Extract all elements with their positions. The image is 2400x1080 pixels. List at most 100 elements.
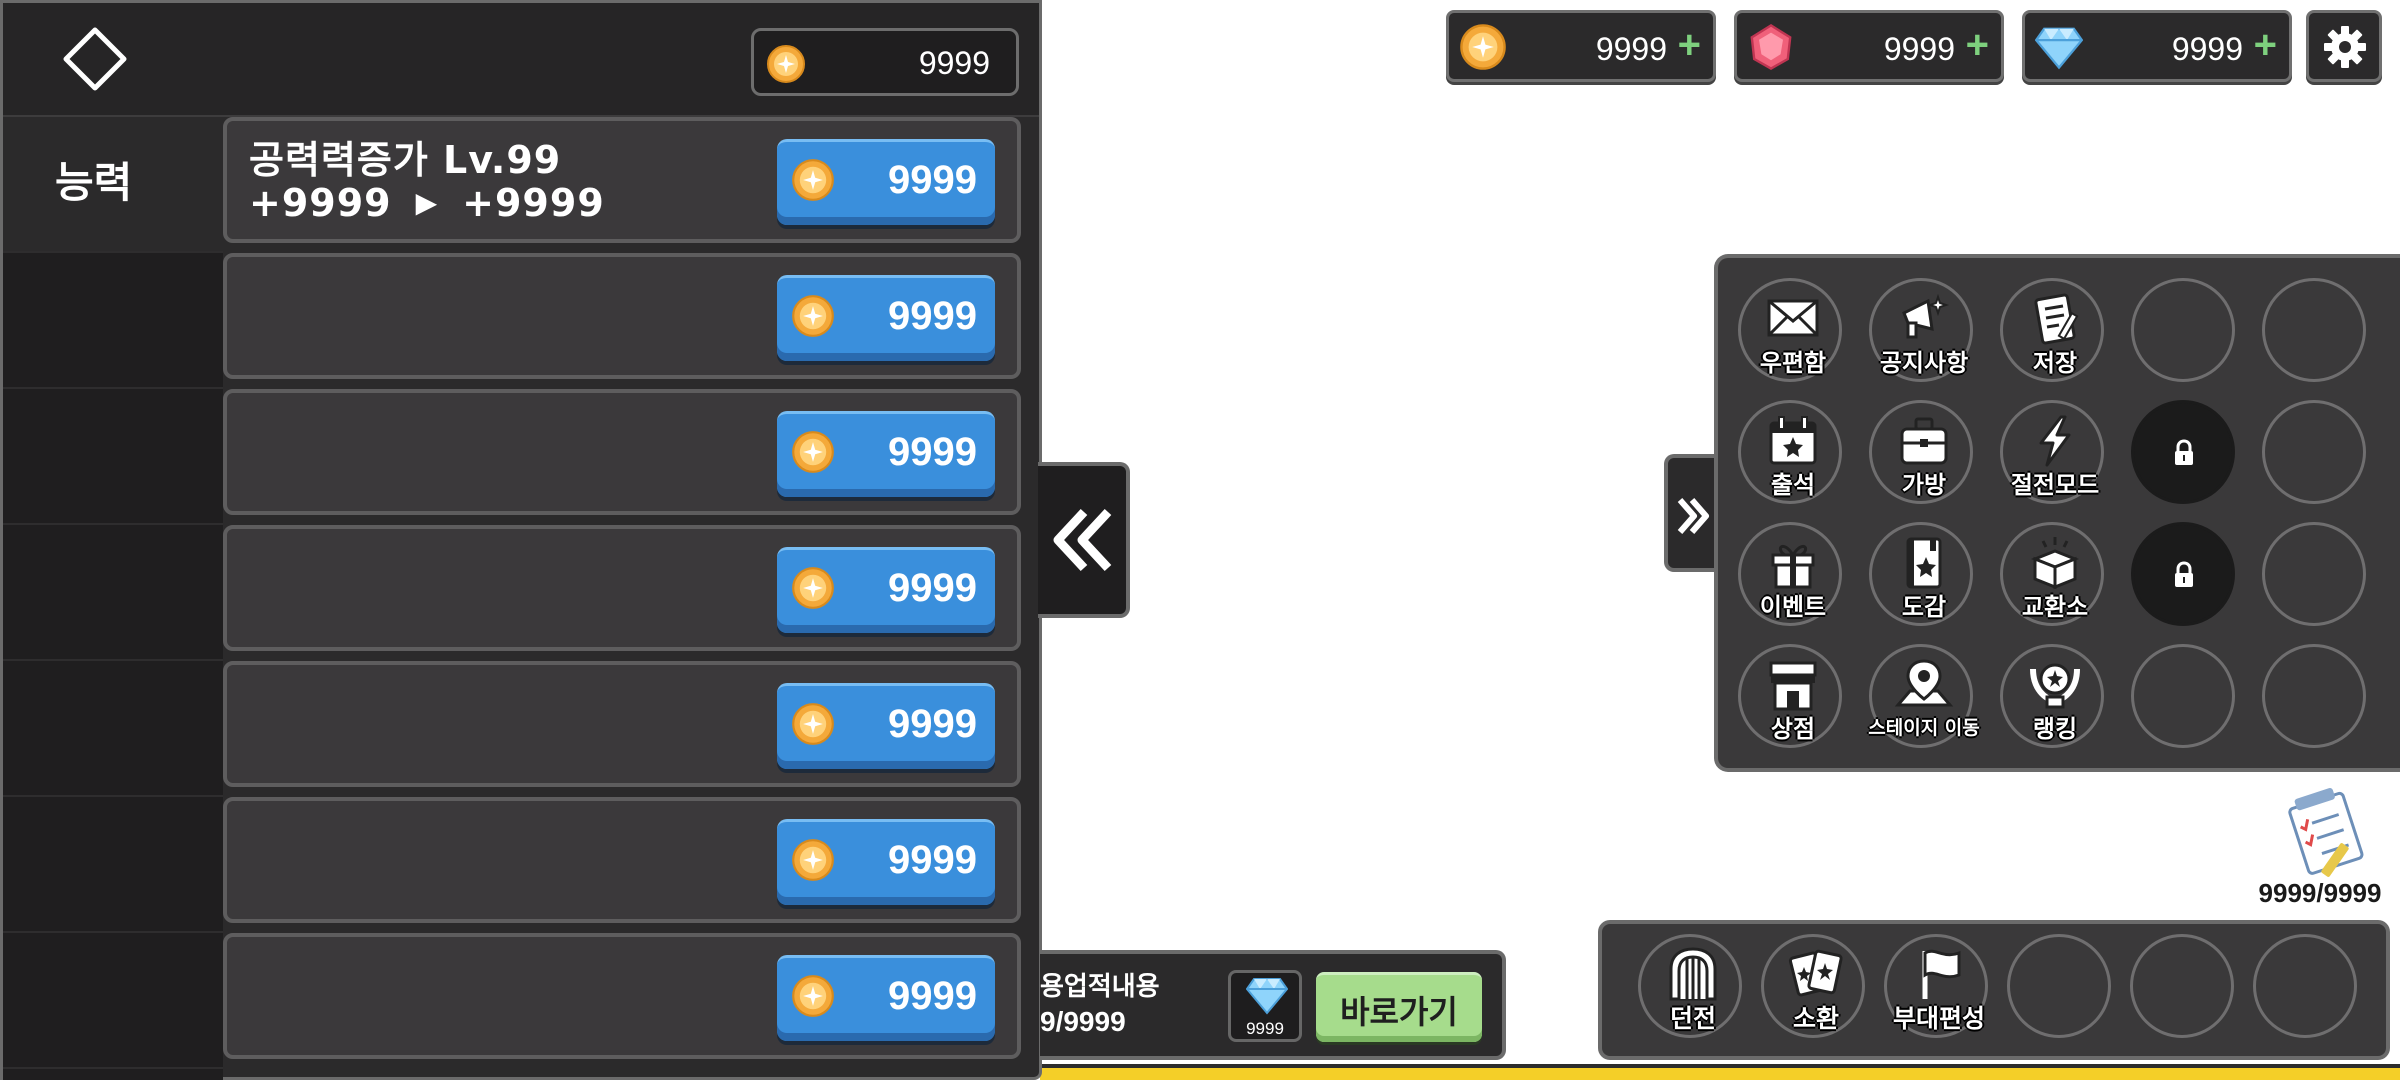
upgrade-button[interactable]: 9999 — [777, 139, 995, 225]
summon-cards-icon — [1786, 945, 1846, 1003]
gold-coin-icon — [792, 567, 834, 609]
currency-display: 9999 + — [1734, 10, 2004, 82]
menu-button[interactable]: 도감 — [1869, 522, 1973, 626]
ability-panel-header: 9999 — [3, 3, 1039, 117]
menu-button[interactable]: 스테이지 이동 — [1868, 644, 1980, 748]
ability-tab[interactable] — [3, 527, 223, 661]
menu-button-label: 스테이지 이동 — [1868, 717, 1980, 739]
expand-menu-button[interactable] — [1664, 454, 1718, 572]
upgrade-button[interactable]: 9999 — [777, 819, 995, 905]
bottom-menu-button[interactable]: 소환 — [1761, 934, 1865, 1038]
empty-slot — [2131, 644, 2235, 748]
ability-row: 9999 — [223, 797, 1021, 923]
add-currency-button[interactable]: + — [2254, 23, 2277, 68]
ability-row: 9999 — [223, 661, 1021, 787]
menu-button-label: 교환소 — [2021, 593, 2089, 621]
bottom-menu-button[interactable]: 던전 — [1638, 934, 1742, 1038]
menu-button[interactable]: 상점 — [1738, 644, 1842, 748]
double-chevron-right-icon — [1677, 498, 1709, 534]
lock-icon — [2175, 561, 2193, 587]
empty-slot — [2007, 934, 2111, 1038]
gold-coin-icon — [767, 45, 805, 83]
ability-tab[interactable] — [3, 799, 223, 933]
ability-tab[interactable] — [3, 935, 223, 1069]
diamond-outline-icon[interactable] — [63, 27, 127, 91]
empty-slot — [2131, 278, 2235, 382]
ability-row: 9999 — [223, 525, 1021, 651]
gold-coin-icon — [792, 159, 834, 201]
menu-button[interactable]: 랭킹 — [2000, 644, 2104, 748]
exchange-box-icon — [2025, 535, 2085, 591]
locked-slot — [2131, 522, 2235, 626]
checklist-icon[interactable] — [2276, 786, 2372, 882]
menu-button-label: 랭킹 — [2032, 715, 2078, 743]
stat-from: +9999 — [249, 181, 392, 225]
menu-button-label: 절전모드 — [2010, 471, 2100, 499]
add-currency-button[interactable]: + — [1678, 23, 1701, 68]
menu-button[interactable]: 우편함 — [1738, 278, 1842, 382]
gold-coin-icon — [1459, 23, 1507, 75]
gold-coin-icon — [792, 431, 834, 473]
menu-button[interactable]: 출석 — [1738, 400, 1842, 504]
settings-button[interactable] — [2306, 10, 2382, 82]
double-chevron-left-icon — [1053, 508, 1112, 572]
upgrade-button[interactable]: 9999 — [777, 411, 995, 497]
upgrade-button[interactable]: 9999 — [777, 547, 995, 633]
bottom-strip — [1040, 1064, 2400, 1080]
currency-display: 9999 + — [1446, 10, 1716, 82]
ability-tab[interactable] — [3, 255, 223, 389]
currency-value: 9999 — [1595, 31, 1667, 67]
shop-icon — [1763, 657, 1823, 713]
menu-button-label: 저장 — [2032, 349, 2078, 377]
menu-button-label: 가방 — [1901, 471, 1947, 499]
menu-button[interactable]: 가방 — [1869, 400, 1973, 504]
ability-tab[interactable] — [3, 391, 223, 525]
quest-title: 용업적내용 — [1040, 972, 1160, 1002]
menu-button[interactable]: 이벤트 — [1738, 522, 1842, 626]
book-star-icon — [1894, 535, 1954, 591]
menu-button-label: 우편함 — [1759, 349, 1827, 377]
calendar-star-icon — [1763, 413, 1823, 469]
mail-icon — [1763, 291, 1823, 347]
upgrade-cost: 9999 — [888, 566, 977, 610]
panel-gold-value: 9999 — [918, 45, 990, 81]
menu-button[interactable]: 교환소 — [2000, 522, 2104, 626]
gold-coin-icon — [792, 839, 834, 881]
upgrade-button[interactable]: 9999 — [777, 955, 995, 1041]
empty-slot — [2262, 522, 2366, 626]
lightning-icon — [2025, 413, 2085, 469]
empty-slot — [2262, 644, 2366, 748]
gear-icon — [2324, 26, 2366, 68]
ranking-badge-icon — [2025, 657, 2085, 713]
menu-button-label: 이벤트 — [1759, 593, 1827, 621]
upgrade-cost: 9999 — [888, 430, 977, 474]
ability-row-stat: +9999 ▶ +9999 — [249, 181, 605, 225]
collapse-panel-button[interactable] — [1038, 462, 1130, 618]
upgrade-button[interactable]: 9999 — [777, 275, 995, 361]
game-screen: 9999 능력 공력력증가 Lv.99 +9999 ▶ +9999 9999 9999 99… — [0, 0, 2400, 1080]
quest-reward: 9999 — [1228, 970, 1302, 1042]
bottom-menu-button[interactable]: 부대편성 — [1884, 934, 1988, 1038]
menu-button[interactable]: 절전모드 — [2000, 400, 2104, 504]
menu-button[interactable]: 저장 — [2000, 278, 2104, 382]
ability-row: 9999 — [223, 389, 1021, 515]
quest-reward-value: 9999 — [1246, 1019, 1284, 1038]
map-pin-icon — [1894, 657, 1954, 713]
stat-to: +9999 — [462, 181, 605, 225]
ability-panel: 9999 능력 공력력증가 Lv.99 +9999 ▶ +9999 9999 9999 99… — [0, 0, 1042, 1080]
ability-tab[interactable] — [3, 663, 223, 797]
menu-button-label: 공지사항 — [1879, 349, 1969, 377]
diamond-gem-icon — [2034, 23, 2084, 75]
goto-button[interactable]: 바로가기 — [1316, 972, 1482, 1042]
upgrade-button[interactable]: 9999 — [777, 683, 995, 769]
menu-button[interactable]: 공지사항 — [1869, 278, 1973, 382]
add-currency-button[interactable]: + — [1966, 23, 1989, 68]
ability-tab-label: 능력 — [55, 158, 133, 207]
menu-button-label: 출석 — [1770, 471, 1816, 499]
ability-tab[interactable]: 능력 — [3, 119, 223, 253]
arrow-right-icon: ▶ — [415, 186, 439, 219]
ability-row-title: 공력력증가 Lv.99 — [249, 138, 562, 182]
bottom-menu-label: 부대편성 — [1892, 1004, 1985, 1033]
locked-slot — [2131, 400, 2235, 504]
ability-tabs: 능력 — [3, 119, 223, 1080]
